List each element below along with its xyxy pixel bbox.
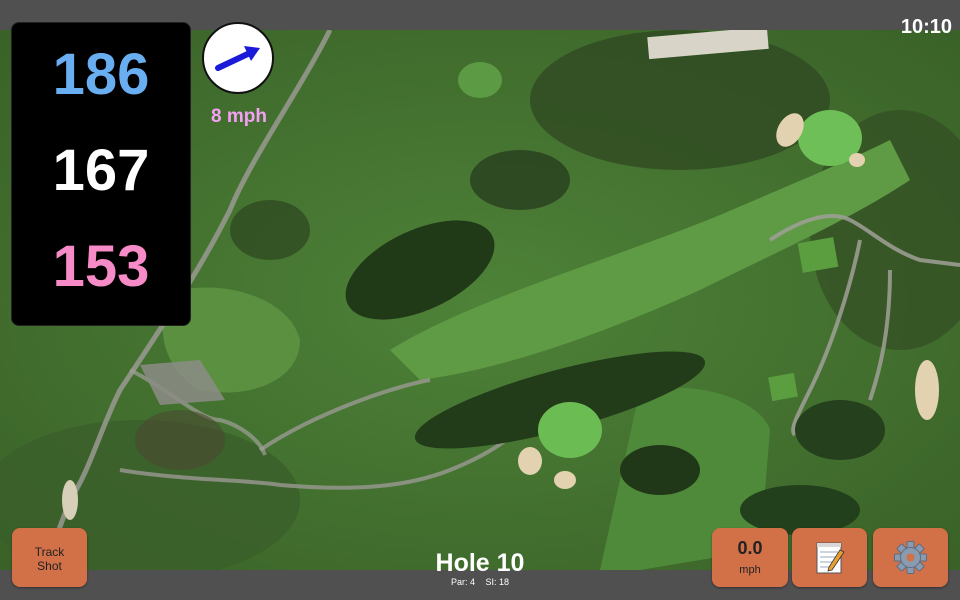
wind-speed: 8 mph (211, 106, 267, 127)
back-yardage: 186 (52, 42, 150, 107)
track-shot-label-line1: Track (34, 545, 65, 559)
middle-yardage: 167 (52, 138, 150, 203)
front-yardage: 153 (52, 234, 150, 299)
settings-button[interactable] (873, 528, 948, 587)
hole-title: Hole 10 (435, 549, 525, 577)
notes-button[interactable] (792, 528, 867, 587)
track-shot-button[interactable]: Track Shot (12, 528, 87, 587)
hole-par: Par: 4 (450, 577, 475, 587)
gear-icon (894, 541, 927, 574)
speed-unit: mph (739, 564, 761, 576)
hole-details: Par: 4 SI: 18 (420, 577, 540, 587)
track-shot-label-line2: Shot (37, 559, 62, 573)
speed-value: 0.0 (737, 538, 763, 558)
wind-indicator (202, 22, 274, 94)
distance-panel: 186 167 153 (11, 22, 191, 326)
speed-button[interactable]: 0.0 mph (712, 528, 788, 587)
clock: 10:10 (900, 16, 952, 38)
notepad-icon (816, 542, 845, 574)
arrow-right-icon (215, 46, 260, 71)
hole-stroke-index: SI: 18 (485, 577, 510, 587)
